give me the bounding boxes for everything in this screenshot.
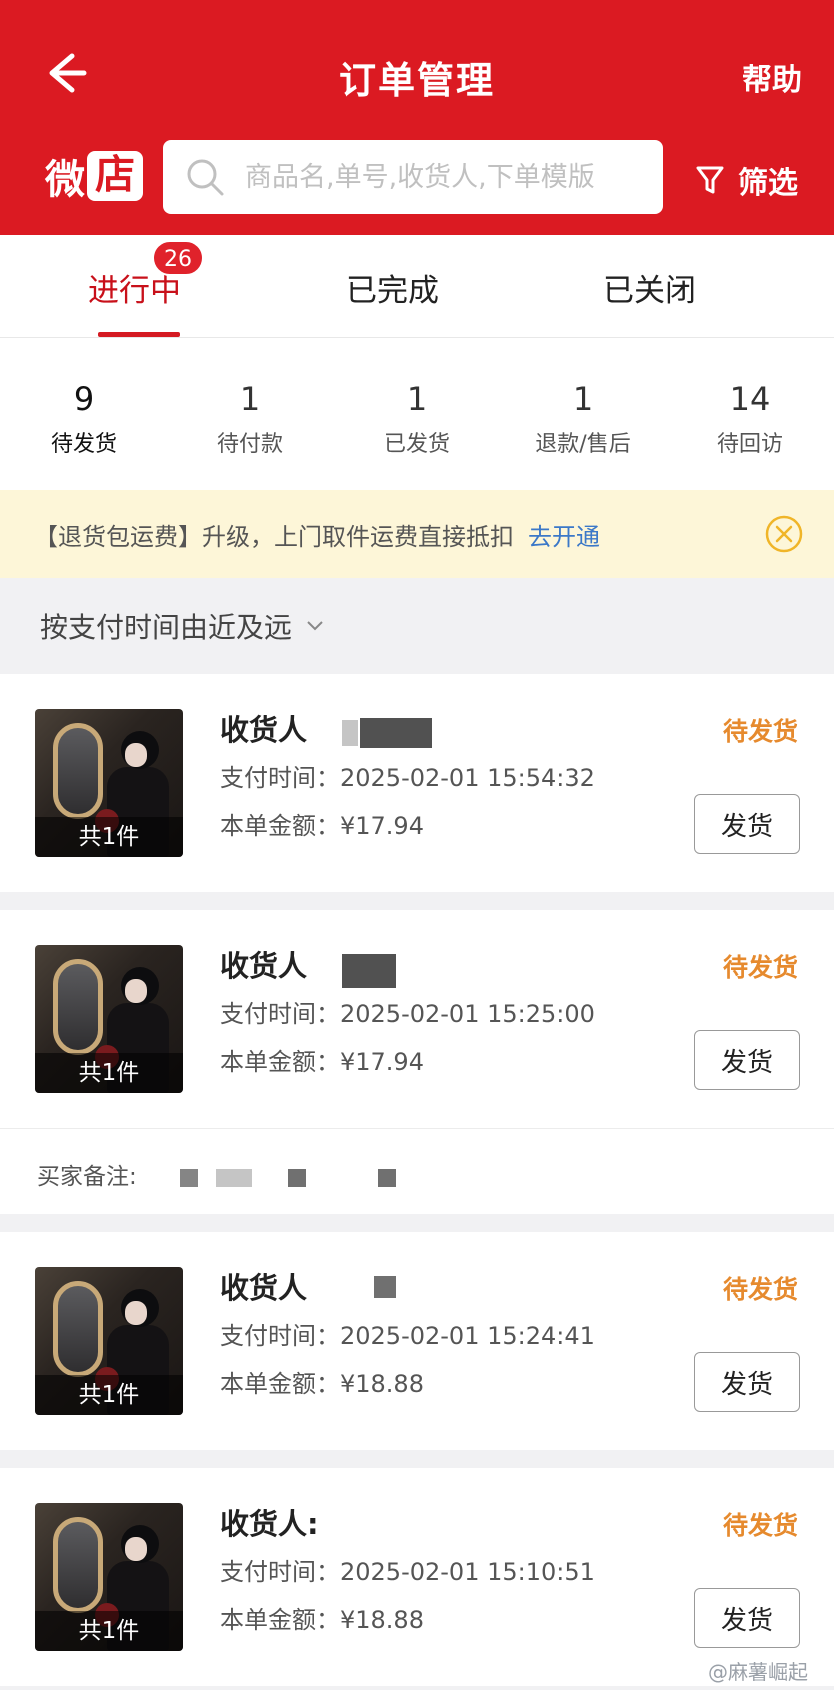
order-card[interactable]: 共1件 收货人 支付时间：2025-02-01 15:25:00 本单金额：¥1…: [0, 910, 834, 1128]
ship-button[interactable]: 发货: [694, 1588, 800, 1648]
close-icon[interactable]: [764, 514, 804, 554]
search-bar[interactable]: [163, 140, 663, 214]
stat-number: 1: [572, 380, 594, 418]
item-count: 共1件: [35, 1053, 183, 1093]
receiver-name: 收货人: [220, 949, 308, 983]
item-count: 共1件: [35, 1611, 183, 1651]
redacted-mark: [180, 1169, 198, 1187]
filter-label: 筛选: [738, 166, 798, 201]
search-icon: [187, 159, 224, 196]
tab-count-badge: 26: [152, 240, 204, 276]
order-management-page: 订单管理 帮助 微 店 筛选 进行中 已完成 已关闭 26 9: [0, 0, 834, 1690]
redacted-mark: [288, 1169, 306, 1187]
stat-pending-payment[interactable]: 1 待付款: [170, 380, 330, 458]
stat-number: 1: [406, 380, 428, 418]
order-amount: 本单金额：¥17.94: [220, 812, 424, 840]
order-amount: 本单金额：¥17.94: [220, 1048, 424, 1076]
order-card[interactable]: 共1件 收货人 支付时间：2025-02-01 15:24:41 本单金额：¥1…: [0, 1232, 834, 1450]
ship-button[interactable]: 发货: [694, 1352, 800, 1412]
remark-label: 买家备注:: [37, 1164, 137, 1190]
chevron-down-icon: [307, 621, 323, 631]
tab-completed[interactable]: 已完成: [346, 265, 439, 310]
order-status: 待发货: [722, 1511, 798, 1540]
redacted-mark: [342, 954, 396, 988]
item-count: 共1件: [35, 1375, 183, 1415]
stat-label: 已发货: [383, 432, 450, 457]
ship-button[interactable]: 发货: [694, 1030, 800, 1090]
pay-time: 支付时间：2025-02-01 15:24:41: [220, 1322, 595, 1350]
stat-label: 待付款: [216, 432, 283, 457]
stat-label: 待发货: [50, 432, 117, 457]
sort-label: 按支付时间由近及远: [40, 611, 293, 644]
redacted-mark: [342, 720, 358, 746]
page-title: 订单管理: [339, 59, 495, 102]
stat-follow-up[interactable]: 14 待回访: [670, 380, 830, 458]
stat-refund[interactable]: 1 退款/售后: [503, 380, 663, 458]
app-header: 订单管理 帮助 微 店 筛选: [0, 0, 834, 235]
stat-number: 9: [73, 380, 95, 418]
stat-label: 退款/售后: [535, 432, 631, 457]
item-count: 共1件: [35, 817, 183, 857]
receiver-name: 收货人: [220, 1271, 308, 1305]
order-status: 待发货: [722, 717, 798, 746]
stat-shipped[interactable]: 1 已发货: [337, 380, 497, 458]
logo-text: 微: [45, 157, 85, 203]
order-amount: 本单金额：¥18.88: [220, 1606, 424, 1634]
stat-number: 14: [729, 380, 771, 418]
pay-time: 支付时间：2025-02-01 15:54:32: [220, 764, 595, 792]
promo-notice: 【退货包运费】升级，上门取件运费直接抵扣 去开通: [0, 490, 834, 578]
order-stats: 9 待发货 1 待付款 1 已发货 1 退款/售后 14 待回访: [0, 338, 834, 490]
buyer-remark: 买家备注:: [0, 1128, 834, 1214]
pay-time: 支付时间：2025-02-01 15:25:00: [220, 1000, 595, 1028]
filter-button[interactable]: 筛选: [696, 158, 798, 202]
product-thumbnail: 共1件: [35, 1267, 183, 1415]
search-input[interactable]: [245, 161, 625, 193]
redacted-mark: [378, 1169, 396, 1187]
receiver-name: 收货人:: [220, 1507, 319, 1541]
notice-activate-link[interactable]: 去开通: [528, 517, 600, 552]
stat-label: 待回访: [716, 432, 783, 457]
order-status: 待发货: [722, 1275, 798, 1304]
redacted-mark: [216, 1169, 252, 1187]
receiver-name: 收货人: [220, 713, 308, 747]
product-thumbnail: 共1件: [35, 945, 183, 1093]
tab-closed[interactable]: 已关闭: [603, 265, 696, 310]
order-card[interactable]: 共1件 收货人 支付时间：2025-02-01 15:54:32 本单金额：¥1…: [0, 674, 834, 892]
order-card[interactable]: 共1件 收货人: 支付时间：2025-02-01 15:10:51 本单金额：¥…: [0, 1468, 834, 1686]
active-tab-indicator: [98, 332, 180, 337]
redacted-mark: [374, 1276, 396, 1298]
product-thumbnail: 共1件: [35, 709, 183, 857]
order-status: 待发货: [722, 953, 798, 982]
redacted-mark: [360, 718, 432, 748]
pay-time: 支付时间：2025-02-01 15:10:51: [220, 1558, 595, 1586]
notice-text: 【退货包运费】升级，上门取件运费直接抵扣: [34, 522, 514, 551]
logo-box-text: 店: [87, 151, 143, 201]
help-link[interactable]: 帮助: [742, 55, 802, 99]
filter-icon: [696, 166, 724, 194]
order-amount: 本单金额：¥18.88: [220, 1370, 424, 1398]
stat-number: 1: [239, 380, 261, 418]
status-tabs: 进行中 已完成 已关闭: [0, 235, 834, 338]
weibo-watermark: @麻薯崛起: [708, 1660, 808, 1684]
ship-button[interactable]: 发货: [694, 794, 800, 854]
sort-selector[interactable]: 按支付时间由近及远: [0, 578, 834, 674]
product-thumbnail: 共1件: [35, 1503, 183, 1651]
weidian-logo: 微 店: [45, 150, 143, 203]
stat-pending-shipment[interactable]: 9 待发货: [4, 380, 164, 458]
